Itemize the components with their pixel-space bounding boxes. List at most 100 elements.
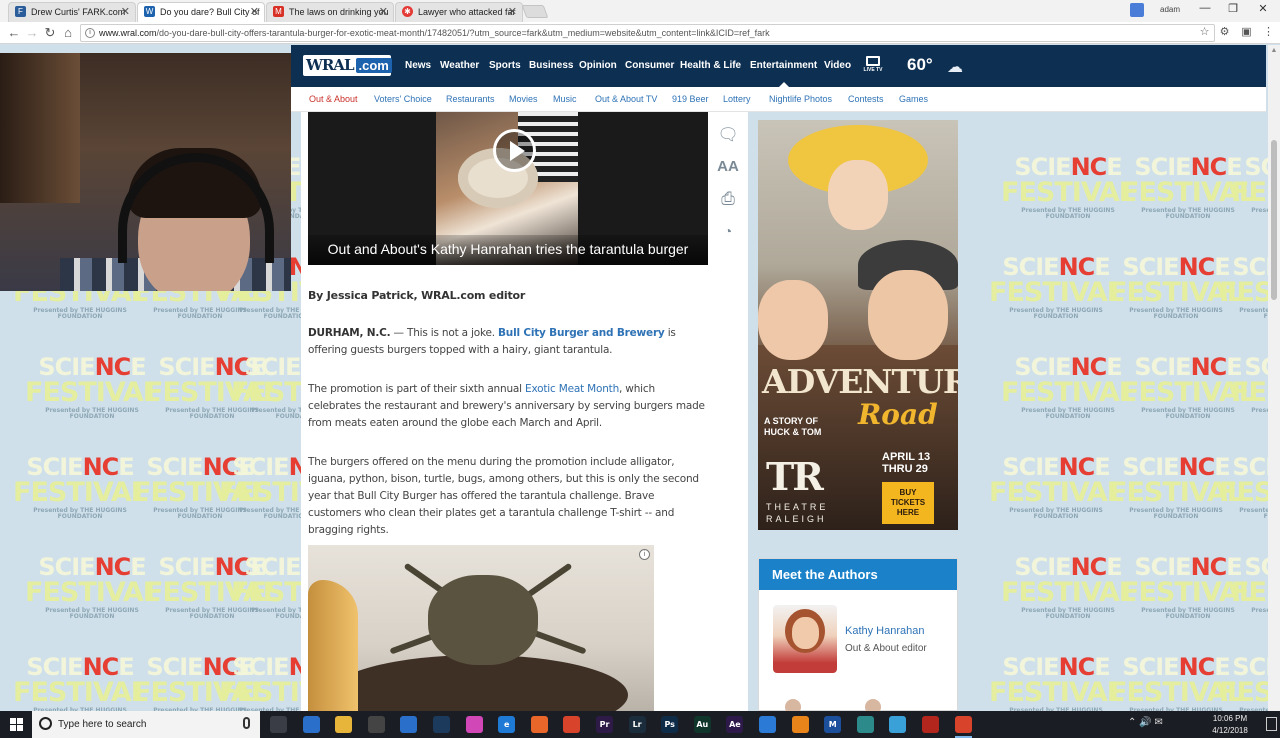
after-effects-icon[interactable]: Ae: [726, 716, 744, 733]
malwarebytes-icon[interactable]: M: [824, 716, 842, 733]
nav-health-life[interactable]: Health & Life: [680, 60, 741, 71]
system-tray[interactable]: ⌃ 🔊 ✉: [1128, 717, 1163, 728]
vlc-icon[interactable]: [791, 716, 809, 733]
nav-news[interactable]: News: [405, 60, 431, 71]
photoshop-icon[interactable]: Ps: [661, 716, 679, 733]
droplet-icon[interactable]: [889, 716, 907, 733]
scrollbar-thumb[interactable]: [1271, 140, 1277, 300]
subnav-music[interactable]: Music: [553, 94, 577, 104]
back-arrow-icon[interactable]: ←: [6, 25, 22, 41]
browser-toolbar: ← → ↻ ⌂ i www.wral.com/do-you-dare-bull-…: [0, 22, 1280, 44]
extension-icon-2[interactable]: ▣: [1240, 26, 1253, 39]
reload-icon[interactable]: ↻: [42, 25, 58, 41]
tab-wral[interactable]: W Do you dare? Bull City of ✕: [137, 2, 265, 22]
info-icon[interactable]: i: [85, 28, 95, 38]
buy-tickets-button[interactable]: BUY TICKETS HERE: [882, 482, 934, 524]
minimize-button[interactable]: —: [1190, 2, 1220, 14]
firefox-icon[interactable]: [530, 716, 548, 733]
chrome-running-icon[interactable]: [954, 716, 972, 738]
edge-icon[interactable]: e: [498, 716, 516, 733]
wral-logo[interactable]: WRAL .com: [303, 55, 392, 76]
text-size-icon[interactable]: AA: [716, 156, 740, 178]
premiere-icon[interactable]: Pr: [596, 716, 613, 733]
profile-icon[interactable]: [1130, 3, 1144, 17]
close-window-button[interactable]: ✕: [1248, 2, 1278, 15]
bull-city-burger-link[interactable]: Bull City Burger and Brewery: [498, 327, 665, 339]
live-tv-button[interactable]: LIVE TV: [861, 56, 885, 73]
scroll-up-icon[interactable]: ▲: [1270, 47, 1278, 54]
microphone-icon[interactable]: [243, 717, 250, 729]
comment-icon[interactable]: 🗨: [716, 124, 740, 146]
tab-fark[interactable]: F Drew Curtis' FARK.com ✕: [8, 2, 136, 22]
close-icon[interactable]: ✕: [250, 5, 259, 18]
author-name-link[interactable]: Kathy Hanrahan: [845, 625, 925, 637]
nav-business[interactable]: Business: [529, 60, 573, 71]
author-avatar[interactable]: [773, 605, 837, 673]
festival-logo-tile: SCIENCEFESTIVALPresented by THE HUGGINS …: [989, 653, 1124, 711]
tv-icon: [866, 56, 880, 66]
paint-icon[interactable]: [400, 716, 418, 733]
subnav-919-beer[interactable]: 919 Beer: [672, 94, 709, 104]
page-scrollbar[interactable]: ▲: [1268, 45, 1280, 711]
rss-icon[interactable]: ◔: [716, 220, 740, 242]
file-explorer-icon[interactable]: [335, 716, 353, 733]
nav-entertainment[interactable]: Entertainment: [750, 60, 817, 87]
address-bar[interactable]: i www.wral.com/do-you-dare-bull-city-off…: [80, 24, 1215, 42]
subnav-contests[interactable]: Contests: [848, 94, 884, 104]
photos-icon[interactable]: [367, 716, 385, 733]
print-icon[interactable]: ⎙: [716, 188, 740, 210]
chrome-icon[interactable]: [563, 716, 581, 733]
menu-icon[interactable]: ⋮: [1262, 26, 1275, 39]
info-icon[interactable]: i: [639, 549, 650, 560]
tab-cbc[interactable]: ✱ Lawyer who attacked far ✕: [395, 2, 523, 22]
close-icon[interactable]: ✕: [379, 5, 388, 18]
filezilla-icon[interactable]: [922, 716, 939, 733]
subnav-nightlife-photos[interactable]: Nightlife Photos: [769, 94, 832, 104]
taskbar-search[interactable]: Type here to search: [32, 711, 260, 738]
subnav-voters-choice[interactable]: Voters' Choice: [374, 94, 432, 104]
itunes-icon[interactable]: [465, 716, 483, 733]
close-icon[interactable]: ✕: [508, 5, 517, 18]
subnav-movies[interactable]: Movies: [509, 94, 538, 104]
nav-opinion[interactable]: Opinion: [579, 60, 617, 71]
outlook-icon[interactable]: [302, 716, 320, 733]
temperature[interactable]: 60°: [907, 55, 933, 75]
bookmark-star-icon[interactable]: ☆: [1198, 26, 1211, 39]
notifications-icon[interactable]: [1266, 717, 1277, 731]
forward-arrow-icon[interactable]: →: [24, 25, 40, 41]
task-view-icon[interactable]: [270, 716, 287, 733]
nav-weather[interactable]: Weather: [440, 60, 479, 71]
festival-logo-tile: SCIENCEFESTIVALPresented by THE HUGGINS …: [989, 253, 1124, 320]
start-button[interactable]: [0, 711, 32, 738]
steam-icon[interactable]: [433, 716, 450, 733]
close-icon[interactable]: ✕: [121, 5, 130, 18]
home-icon[interactable]: ⌂: [60, 25, 76, 41]
nav-consumer[interactable]: Consumer: [625, 60, 674, 71]
audition-icon[interactable]: Au: [693, 716, 711, 733]
adventure-road-ad[interactable]: ADVENTURE Road A STORY OFHUCK & TOM TR T…: [758, 120, 958, 530]
nav-sports[interactable]: Sports: [489, 60, 521, 71]
cbc-icon: ✱: [402, 6, 413, 17]
play-icon[interactable]: [493, 129, 536, 172]
screen-recorder-icon[interactable]: [856, 716, 874, 733]
extension-icon[interactable]: ⚙: [1218, 26, 1231, 39]
dateline: DURHAM, N.C.: [308, 327, 391, 339]
video-player[interactable]: Out and About's Kathy Hanrahan tries the…: [308, 112, 708, 265]
profile-name[interactable]: adam: [1160, 5, 1180, 14]
nav-video[interactable]: Video: [824, 60, 851, 71]
tarantula: [428, 575, 538, 665]
tab-gmail[interactable]: M The laws on drinking you ✕: [266, 2, 394, 22]
festival-logo-tile: SCIENCEFESTIVALPresented by THE HUGGINS …: [1001, 353, 1136, 420]
subnav-lottery[interactable]: Lottery: [723, 94, 751, 104]
subnav-games[interactable]: Games: [899, 94, 928, 104]
new-tab-button[interactable]: [521, 5, 549, 18]
dropbox-icon[interactable]: [759, 716, 776, 733]
subnav-out-about-tv[interactable]: Out & About TV: [595, 94, 657, 104]
taskbar-clock[interactable]: 10:06 PM 4/12/2018: [1200, 713, 1260, 737]
lightroom-icon[interactable]: Lr: [628, 716, 646, 733]
subnav-out-about[interactable]: Out & About: [309, 94, 358, 104]
subnav-restaurants[interactable]: Restaurants: [446, 94, 495, 104]
restore-button[interactable]: ❐: [1218, 2, 1248, 15]
exotic-meat-month-link[interactable]: Exotic Meat Month: [525, 383, 619, 395]
ad-subtitle: A STORY OF HUCK & TOM: [764, 416, 822, 437]
